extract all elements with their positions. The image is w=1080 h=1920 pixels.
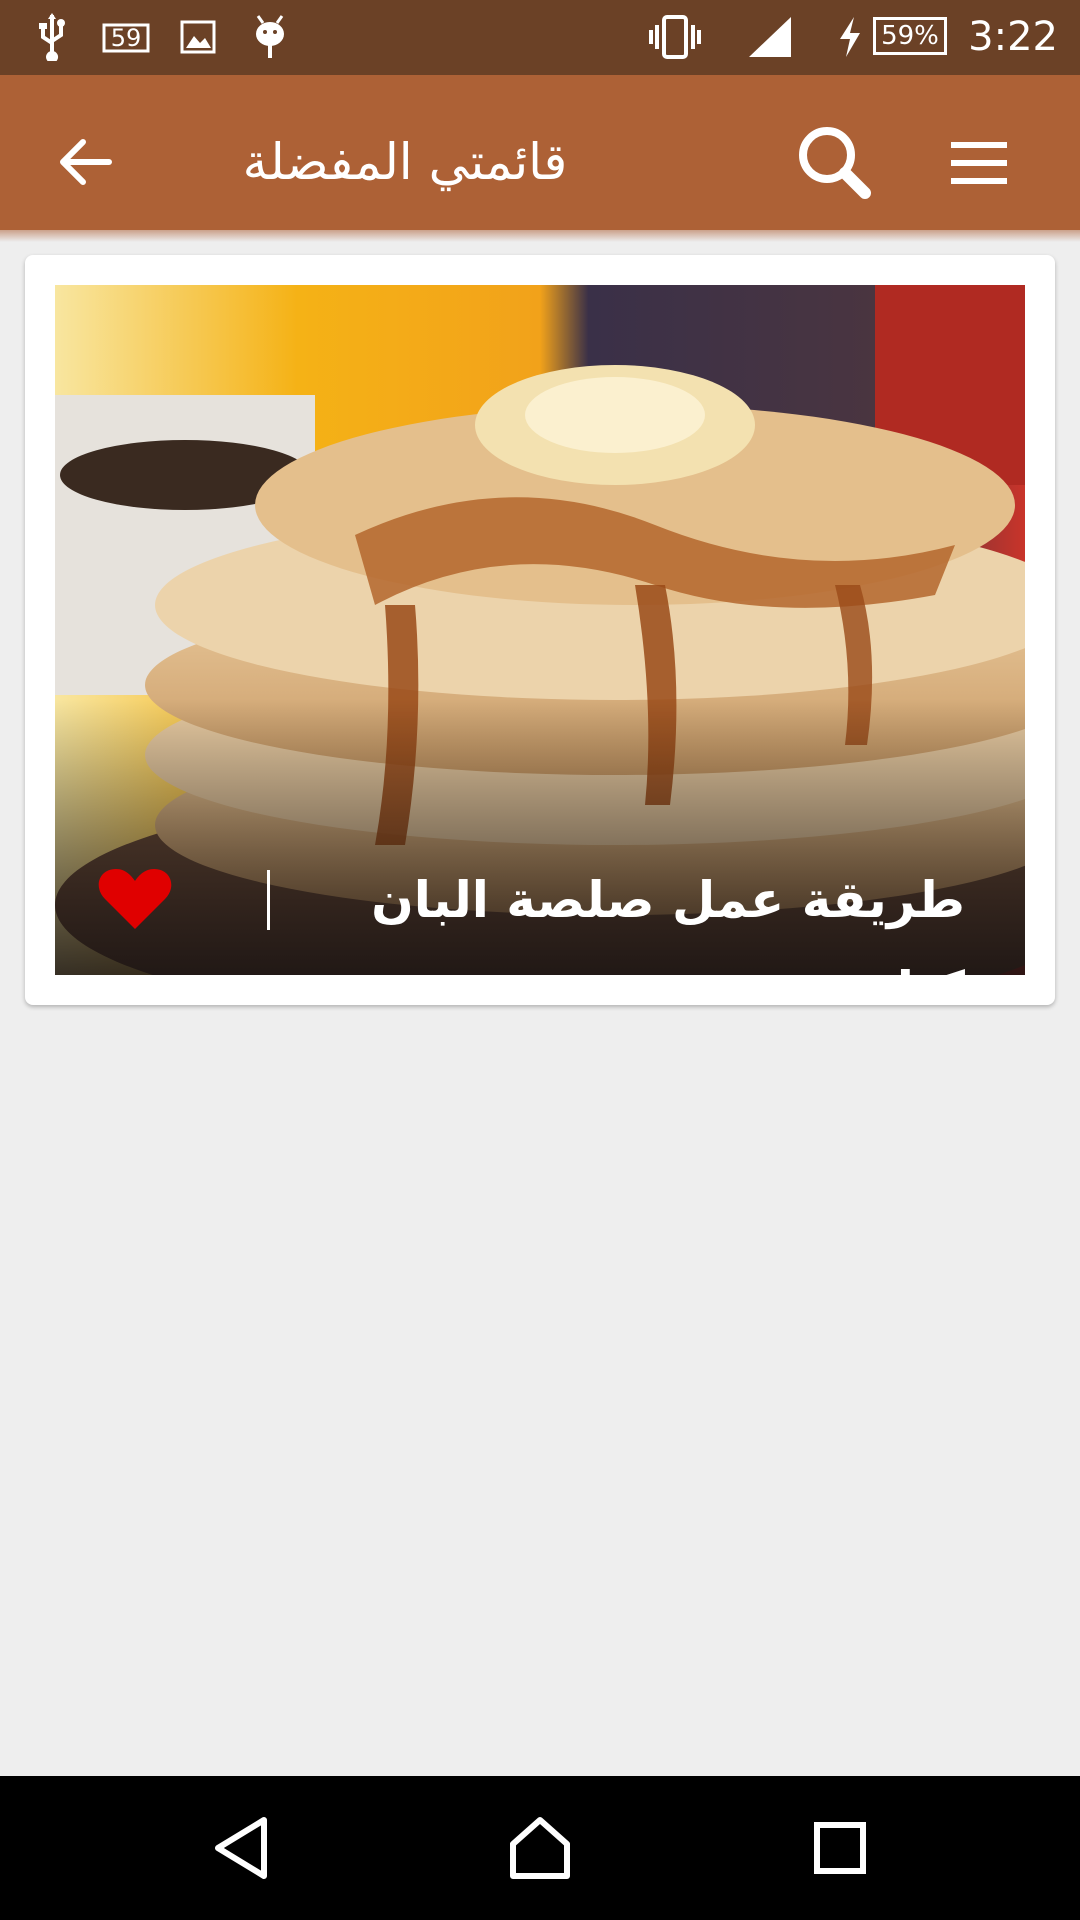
usb-icon [32,12,72,62]
notification-badge-icon: 59 [100,12,152,62]
android-debug-icon [250,12,290,62]
image-icon [178,12,218,62]
nav-home-button[interactable] [490,1798,590,1898]
recipe-title[interactable]: طريقة عمل صلصة البان كيك [325,855,965,975]
nav-recents-button[interactable] [790,1798,890,1898]
charging-icon [833,12,867,62]
back-button[interactable] [45,122,125,202]
notification-count: 59 [111,24,142,52]
battery-icon: 59% [873,17,947,55]
signal-icon [745,12,795,62]
app-bar-shadow [0,230,1080,242]
status-bar: 59 59% 3:22 [0,0,1080,75]
arrow-left-icon [60,139,112,185]
search-button[interactable] [790,120,880,204]
back-triangle-icon [215,1817,267,1879]
home-icon [510,1817,570,1879]
recipe-image-pancakes: طريقة عمل صلصة البان كيك [55,285,1025,975]
title-divider [267,870,270,930]
system-nav-bar [0,1776,1080,1920]
page-title: قائمتي المفضلة [242,133,568,191]
status-time: 3:22 [968,14,1058,60]
favorite-card[interactable]: طريقة عمل صلصة البان كيك [25,255,1055,1005]
menu-button[interactable] [938,125,1020,201]
vibrate-icon [645,12,705,62]
recents-square-icon [814,1822,866,1874]
search-icon [799,127,871,199]
nav-back-button[interactable] [192,1798,292,1898]
favorite-toggle-button[interactable] [97,865,173,935]
heart-icon [98,869,172,929]
hamburger-menu-icon [951,142,1007,184]
